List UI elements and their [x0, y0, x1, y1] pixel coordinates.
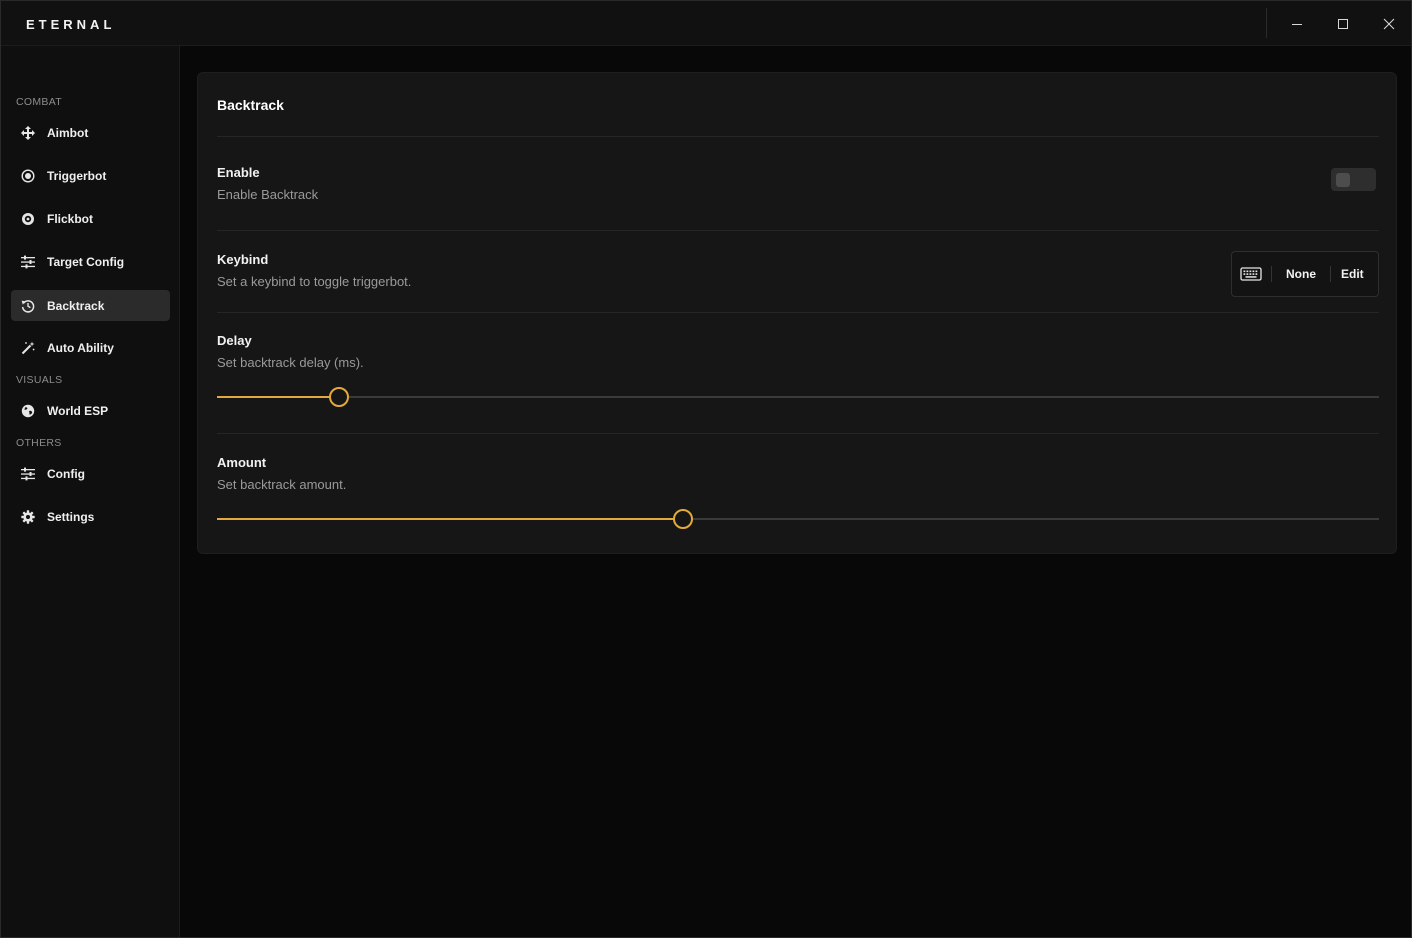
delay-title: Delay	[217, 333, 252, 348]
enable-title: Enable	[217, 165, 260, 180]
slider-fill	[217, 518, 683, 520]
close-button[interactable]	[1366, 1, 1411, 46]
minimize-icon	[1292, 23, 1302, 25]
sidebar: COMBAT Aimbot Triggerbot Flickbot Target…	[1, 46, 180, 937]
sidebar-item-label: Target Config	[47, 254, 125, 269]
enable-toggle[interactable]	[1331, 168, 1376, 191]
magic-wand-icon	[20, 340, 36, 356]
history-icon	[20, 298, 36, 314]
slider-fill	[217, 396, 339, 398]
sidebar-item-flickbot[interactable]: Flickbot	[11, 203, 170, 234]
sidebar-item-config[interactable]: Config	[11, 458, 170, 489]
title-bar-divider	[1266, 8, 1267, 38]
keybind-separator	[1271, 266, 1272, 282]
sliders-icon	[20, 466, 36, 482]
sidebar-item-label: Auto Ability	[47, 340, 114, 355]
slider-track	[217, 396, 1379, 398]
minimize-button[interactable]	[1274, 1, 1320, 46]
maximize-icon	[1338, 18, 1348, 29]
keybind-separator	[1330, 266, 1331, 282]
sidebar-item-backtrack[interactable]: Backtrack	[11, 290, 170, 321]
amount-title: Amount	[217, 455, 267, 470]
maximize-button[interactable]	[1320, 1, 1366, 46]
move-arrows-icon	[20, 125, 36, 141]
keyboard-icon[interactable]	[1240, 267, 1262, 286]
section-label-combat: COMBAT	[16, 96, 62, 108]
app-title: ETERNAL	[26, 17, 116, 32]
sidebar-item-settings[interactable]: Settings	[11, 501, 170, 532]
sidebar-item-label: Aimbot	[47, 125, 89, 140]
keybind-title: Keybind	[217, 252, 269, 267]
title-bar[interactable]: ETERNAL	[1, 1, 1411, 46]
compass-icon	[20, 211, 36, 227]
sliders-icon	[20, 254, 36, 270]
gear-icon	[20, 509, 36, 525]
target-icon	[20, 168, 36, 184]
amount-slider[interactable]	[217, 509, 1379, 529]
sidebar-item-label: Flickbot	[47, 211, 94, 226]
backtrack-panel: Backtrack Enable Enable Backtrack Keybin…	[197, 72, 1397, 554]
amount-description: Set backtrack amount.	[217, 477, 347, 492]
sidebar-item-label: Triggerbot	[47, 168, 107, 183]
panel-title: Backtrack	[217, 97, 284, 113]
close-icon	[1383, 18, 1395, 29]
divider	[217, 433, 1379, 434]
sidebar-item-label: Config	[47, 466, 85, 481]
sidebar-item-world-esp[interactable]: World ESP	[11, 395, 170, 426]
sidebar-item-aimbot[interactable]: Aimbot	[11, 117, 170, 148]
sidebar-item-auto-ability[interactable]: Auto Ability	[11, 332, 170, 363]
delay-slider[interactable]	[217, 387, 1379, 407]
divider	[217, 136, 1379, 137]
sidebar-item-label: Backtrack	[47, 298, 105, 313]
enable-description: Enable Backtrack	[217, 187, 319, 202]
delay-description: Set backtrack delay (ms).	[217, 355, 364, 370]
divider	[217, 312, 1379, 313]
app-window: ETERNAL COMBAT Aimbot Triggerbot Flickbo…	[0, 0, 1412, 938]
section-label-visuals: VISUALS	[16, 374, 63, 386]
sidebar-item-label: Settings	[47, 509, 95, 524]
sidebar-item-triggerbot[interactable]: Triggerbot	[11, 160, 170, 191]
section-label-others: OTHERS	[16, 437, 62, 449]
keybind-edit-button[interactable]: Edit	[1341, 267, 1364, 281]
keybind-description: Set a keybind to toggle triggerbot.	[217, 274, 412, 289]
slider-thumb[interactable]	[329, 387, 349, 407]
globe-icon	[20, 403, 36, 419]
slider-thumb[interactable]	[672, 509, 693, 529]
sidebar-item-target-config[interactable]: Target Config	[11, 246, 170, 277]
toggle-knob	[1336, 173, 1350, 187]
sidebar-item-label: World ESP	[47, 403, 109, 418]
keybind-control: None Edit	[1231, 251, 1379, 297]
divider	[217, 230, 1379, 231]
keybind-value: None	[1286, 267, 1316, 281]
